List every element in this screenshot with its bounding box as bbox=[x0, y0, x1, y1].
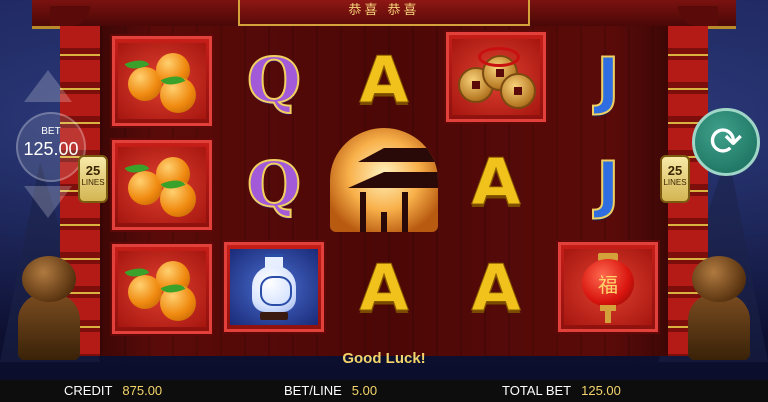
symbol-oranges bbox=[110, 34, 214, 128]
bet-up-arrow-icon[interactable] bbox=[24, 70, 72, 102]
coins-icon bbox=[456, 45, 536, 109]
roof-eave-right bbox=[678, 6, 718, 26]
symbol-pagoda-wild bbox=[330, 128, 438, 232]
bet-per-line-display: BET/LINE 5.00 bbox=[284, 383, 378, 398]
symbol-oranges bbox=[110, 138, 214, 232]
symbol-a: A bbox=[359, 44, 410, 118]
symbol-a: A bbox=[471, 252, 522, 326]
symbol-a: A bbox=[359, 252, 410, 326]
footer-bar: CREDIT 875.00 BET/LINE 5.00 TOTAL BET 125.0… bbox=[0, 380, 768, 402]
game-title: 恭喜 恭喜 bbox=[348, 3, 420, 18]
lantern-icon: 福 bbox=[578, 249, 638, 325]
bet-down-arrow-icon[interactable] bbox=[24, 186, 72, 218]
bet-label: BET bbox=[41, 126, 61, 137]
symbol-lantern: 福 bbox=[556, 240, 660, 334]
lines-badge-right: 25 LINES bbox=[660, 155, 690, 203]
total-bet-display: TOTAL BET 125.00 bbox=[502, 383, 621, 398]
spin-button[interactable]: ⟳ bbox=[692, 108, 760, 176]
symbol-q: Q bbox=[246, 44, 302, 117]
lines-badge-left: 25 LINES bbox=[78, 155, 108, 203]
symbol-coins bbox=[444, 30, 548, 124]
bet-value: 125.00 bbox=[23, 139, 79, 159]
bet-display[interactable]: BET 125.00 bbox=[16, 112, 86, 182]
symbol-j: J bbox=[595, 44, 620, 117]
game-title-plate: 恭喜 恭喜 bbox=[238, 0, 530, 26]
roof-eave-left bbox=[50, 6, 90, 26]
symbol-vase bbox=[222, 240, 326, 334]
symbol-j: J bbox=[595, 148, 620, 221]
spin-icon: ⟳ bbox=[709, 120, 743, 164]
symbol-a: A bbox=[471, 146, 522, 220]
status-message: Good Luck! bbox=[342, 350, 426, 367]
vase-icon bbox=[252, 252, 296, 322]
symbol-q: Q bbox=[246, 148, 302, 221]
symbol-oranges bbox=[110, 242, 214, 336]
credit-display: CREDIT 875.00 bbox=[64, 383, 163, 398]
